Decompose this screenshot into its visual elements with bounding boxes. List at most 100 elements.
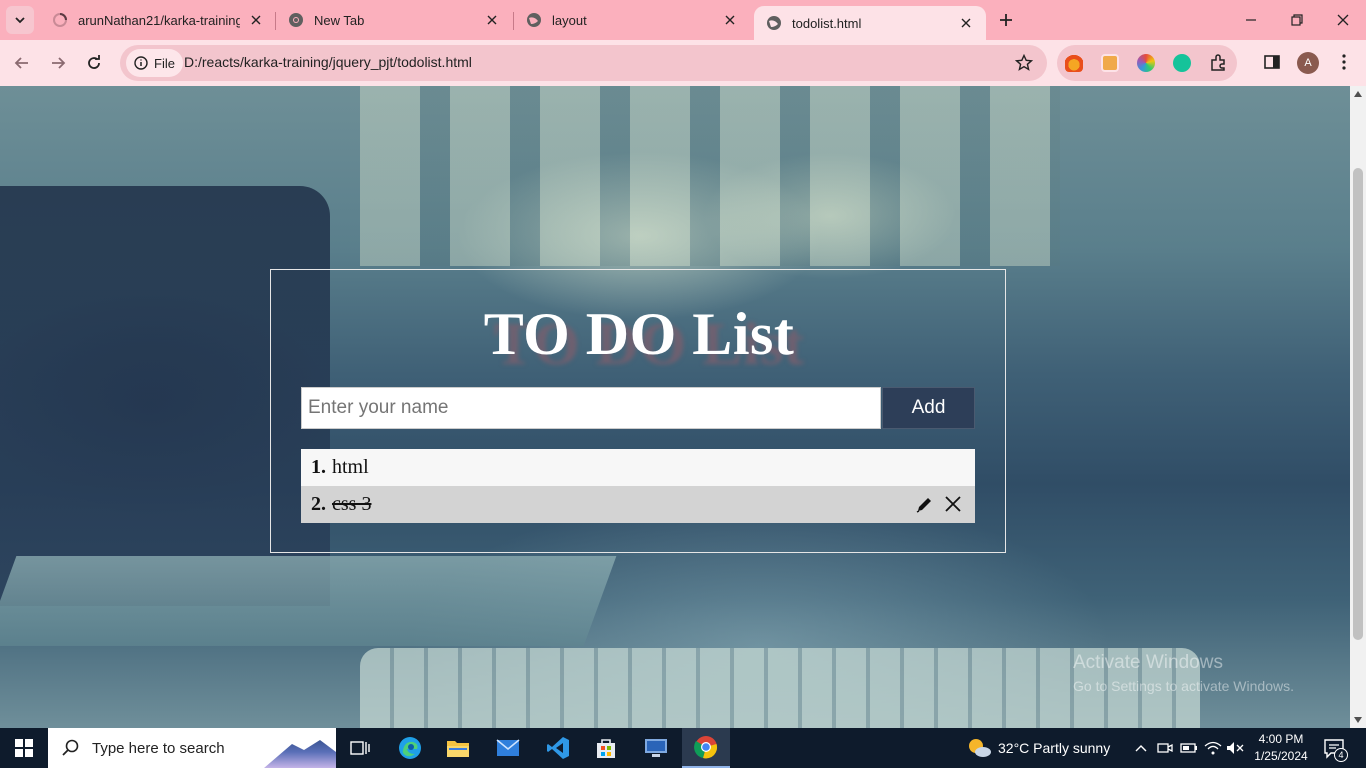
mail-app[interactable] bbox=[484, 728, 532, 768]
background-laptop-base bbox=[0, 556, 617, 646]
todo-item[interactable]: 2. css 3 bbox=[301, 486, 975, 523]
globe-icon bbox=[527, 13, 541, 27]
restore-icon bbox=[1291, 14, 1303, 26]
taskbar-search[interactable]: Type here to search bbox=[48, 728, 336, 768]
tab-github[interactable]: arunNathan21/karka-training at bbox=[40, 0, 276, 40]
color-picker-extension-icon[interactable] bbox=[1137, 54, 1155, 72]
file-explorer-app[interactable] bbox=[434, 728, 482, 768]
globe-icon bbox=[767, 16, 781, 30]
fire-extension-icon[interactable] bbox=[1065, 54, 1083, 72]
background-window bbox=[360, 86, 1060, 266]
task-view-icon bbox=[350, 741, 370, 755]
close-tab-icon[interactable] bbox=[958, 15, 974, 31]
arrow-right-icon bbox=[52, 57, 66, 69]
weather-sun-icon[interactable] bbox=[966, 737, 992, 759]
chrome-app[interactable] bbox=[682, 728, 730, 768]
search-icon bbox=[62, 739, 79, 756]
remote-desktop-app[interactable] bbox=[632, 728, 680, 768]
tab-new-tab[interactable]: New Tab bbox=[276, 0, 512, 40]
show-hidden-icons-button[interactable] bbox=[1132, 739, 1150, 757]
vscode-icon bbox=[547, 737, 569, 759]
reload-icon bbox=[88, 55, 100, 69]
arrow-left-icon bbox=[14, 57, 28, 69]
wifi-tray[interactable] bbox=[1204, 739, 1222, 757]
chrome-icon bbox=[694, 736, 718, 759]
puzzle-extensions-icon[interactable] bbox=[1209, 54, 1227, 72]
back-button[interactable] bbox=[10, 51, 34, 75]
edge-app[interactable] bbox=[386, 728, 434, 768]
item-actions bbox=[915, 494, 963, 514]
search-placeholder: Type here to search bbox=[92, 739, 225, 757]
orange-extension-icon[interactable] bbox=[1101, 54, 1119, 72]
tab-title: arunNathan21/karka-training at bbox=[78, 12, 240, 28]
minimize-icon bbox=[1246, 19, 1256, 21]
tab-search-button[interactable] bbox=[6, 6, 34, 34]
pencil-icon[interactable] bbox=[915, 494, 935, 514]
scroll-thumb[interactable] bbox=[1353, 168, 1363, 640]
page-viewport: TO DO List Add 1. html 2. css 3 Activate… bbox=[0, 86, 1350, 728]
clock-time: 4:00 PM bbox=[1258, 732, 1304, 746]
triangle-down-icon bbox=[1354, 717, 1362, 723]
todo-item[interactable]: 1. html bbox=[301, 449, 975, 486]
close-tab-icon[interactable] bbox=[722, 12, 738, 28]
info-icon bbox=[134, 56, 148, 70]
start-button[interactable] bbox=[0, 728, 48, 768]
activation-watermark: Activate Windows Go to Settings to activ… bbox=[1073, 652, 1294, 694]
clock-date: 1/25/2024 bbox=[1254, 749, 1308, 763]
tab-title: todolist.html bbox=[792, 15, 862, 31]
close-tab-icon[interactable] bbox=[248, 12, 264, 28]
tab-title: layout bbox=[552, 12, 587, 28]
camera-icon bbox=[1157, 743, 1173, 753]
browser-menu-button[interactable] bbox=[1334, 52, 1354, 72]
close-icon bbox=[1337, 14, 1349, 26]
close-tab-icon[interactable] bbox=[484, 12, 500, 28]
address-bar[interactable]: File D:/reacts/karka-training/jquery_pjt… bbox=[120, 45, 1047, 81]
item-text: css 3 bbox=[332, 493, 372, 515]
new-tab-button[interactable] bbox=[996, 10, 1016, 30]
store-app[interactable] bbox=[582, 728, 630, 768]
chevron-down-icon bbox=[15, 17, 25, 24]
battery-tray[interactable] bbox=[1180, 739, 1198, 757]
tab-layout[interactable]: layout bbox=[514, 0, 750, 40]
grammarly-icon[interactable] bbox=[1173, 54, 1191, 72]
side-panel-button[interactable] bbox=[1262, 52, 1282, 72]
search-highlight-image bbox=[264, 740, 336, 768]
store-icon bbox=[597, 739, 615, 758]
file-label: File bbox=[154, 55, 175, 71]
side-panel-icon bbox=[1264, 55, 1280, 69]
close-window-button[interactable] bbox=[1320, 0, 1366, 40]
item-text: html bbox=[332, 456, 369, 478]
todo-list: 1. html 2. css 3 bbox=[301, 449, 975, 523]
page-title: TO DO List bbox=[483, 301, 795, 367]
taskbar-clock[interactable]: 4:00 PM 1/25/2024 bbox=[1250, 731, 1312, 765]
site-info-chip[interactable]: File bbox=[126, 49, 183, 77]
loading-spinner-icon bbox=[53, 13, 67, 27]
bookmark-star-icon[interactable] bbox=[1015, 54, 1033, 72]
vscode-app[interactable] bbox=[534, 728, 582, 768]
url-text[interactable]: D:/reacts/karka-training/jquery_pjt/todo… bbox=[184, 54, 472, 70]
minimize-button[interactable] bbox=[1228, 0, 1274, 40]
todo-container: TO DO List Add 1. html 2. css 3 bbox=[270, 269, 1006, 553]
folder-icon bbox=[447, 741, 469, 757]
scroll-down-button[interactable] bbox=[1350, 712, 1366, 728]
volume-tray[interactable] bbox=[1226, 739, 1244, 757]
profile-avatar[interactable]: A bbox=[1297, 52, 1319, 74]
scroll-up-button[interactable] bbox=[1350, 86, 1366, 102]
edge-icon bbox=[399, 737, 421, 759]
more-vert-icon bbox=[1342, 54, 1346, 70]
close-icon[interactable] bbox=[943, 494, 963, 514]
todo-input[interactable] bbox=[301, 387, 881, 429]
weather-text[interactable]: 32°C Partly sunny bbox=[998, 740, 1110, 756]
tab-todolist[interactable]: todolist.html bbox=[754, 6, 986, 40]
vertical-scrollbar[interactable] bbox=[1350, 86, 1366, 728]
speaker-muted-icon bbox=[1227, 742, 1244, 754]
restore-button[interactable] bbox=[1274, 0, 1320, 40]
forward-button[interactable] bbox=[46, 51, 70, 75]
reload-button[interactable] bbox=[82, 51, 106, 75]
meet-now-tray[interactable] bbox=[1156, 739, 1174, 757]
battery-icon bbox=[1180, 743, 1197, 753]
tab-title: New Tab bbox=[314, 12, 365, 28]
add-button[interactable]: Add bbox=[882, 387, 975, 429]
plus-icon bbox=[1000, 14, 1012, 26]
task-view-button[interactable] bbox=[336, 728, 384, 768]
